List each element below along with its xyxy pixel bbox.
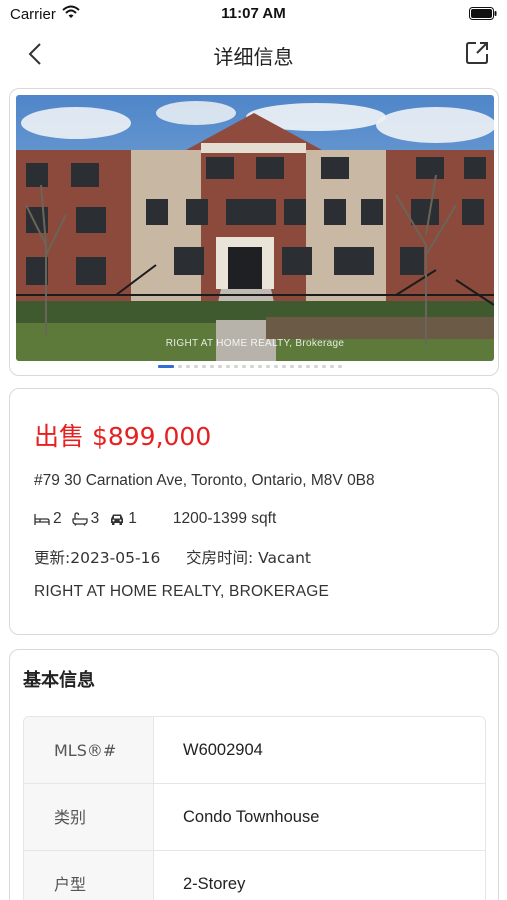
row-value: 2-Storey [183,875,246,893]
status-time: 11:07 AM [221,5,286,22]
carousel-dot[interactable] [314,365,318,368]
carousel-dot[interactable] [250,365,254,368]
updated-date: 更新:2023-05-16 [34,549,161,567]
page-title: 详细信息 [213,45,294,69]
carousel-dot[interactable] [298,365,302,368]
brokerage-name: RIGHT AT HOME REALTY, BROKERAGE [34,583,330,600]
share-button[interactable] [463,39,491,67]
carousel-dot[interactable] [194,365,198,368]
carousel-dot[interactable] [266,365,270,368]
row-label: 类别 [24,784,154,850]
carousel-dot[interactable] [290,365,294,368]
parking-count: 1 [128,510,137,527]
bedrooms-count: 2 [53,510,62,527]
table-row: MLS®# W6002904 [24,717,485,784]
row-value: Condo Townhouse [183,808,320,826]
carousel-dot[interactable] [306,365,310,368]
carousel-dot[interactable] [202,365,206,368]
basic-info-card: 基本信息 MLS®# W6002904 类别 Condo Townhouse 户… [9,649,499,900]
bathtub-icon [71,512,88,526]
carousel-dot[interactable] [338,365,342,368]
carousel-dot[interactable] [322,365,326,368]
listing-address: #79 30 Carnation Ave, Toronto, Ontario, … [34,472,375,489]
carousel-dot[interactable] [274,365,278,368]
row-label: 户型 [24,851,154,900]
carousel-dot[interactable] [186,365,190,368]
battery-icon [469,7,497,20]
navigation-bar: 详细信息 [0,34,507,74]
property-photo[interactable]: RIGHT AT HOME REALTY, Brokerage [16,95,494,361]
section-title: 基本信息 [23,670,95,691]
carousel-dot[interactable] [178,365,182,368]
photo-carousel[interactable]: RIGHT AT HOME REALTY, Brokerage [9,88,499,376]
row-label: MLS®# [24,717,154,783]
listing-summary-card: 出售 $899,000 #79 30 Carnation Ave, Toront… [9,388,499,635]
carousel-dot[interactable] [282,365,286,368]
listing-specs: 2 3 1 1200-1399 sqft [34,510,276,528]
carousel-dot[interactable] [258,365,262,368]
carousel-dot[interactable] [242,365,246,368]
table-row: 户型 2-Storey [24,851,485,900]
photo-watermark: RIGHT AT HOME REALTY, Brokerage [165,338,345,349]
listing-price: 出售 $899,000 [34,422,212,451]
bed-icon [34,514,50,525]
status-bar: Carrier 11:07 AM [0,0,507,30]
carousel-dot[interactable] [210,365,214,368]
carousel-dot[interactable] [158,365,174,368]
floor-area: 1200-1399 sqft [172,510,277,527]
carousel-dot[interactable] [226,365,230,368]
carousel-dot[interactable] [218,365,222,368]
basic-info-table: MLS®# W6002904 类别 Condo Townhouse 户型 2-S… [23,716,486,900]
share-icon [466,42,488,64]
bathrooms-count: 3 [90,510,100,527]
car-icon [111,514,124,525]
table-row: 类别 Condo Townhouse [24,784,485,851]
row-value: W6002904 [183,741,263,759]
carousel-dot[interactable] [234,365,238,368]
possession-date: 交房时间: Vacant [186,549,311,567]
carousel-dot[interactable] [330,365,334,368]
